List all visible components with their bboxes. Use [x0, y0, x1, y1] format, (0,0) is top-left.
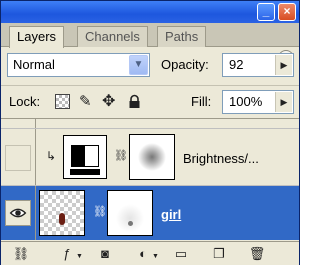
blend-opacity-row: Normal ▼ Opacity: 92 ▶ [1, 49, 299, 81]
tab-strip: Layers Channels Paths ▶ [1, 23, 299, 66]
layer-row-partial[interactable] [1, 119, 299, 129]
new-layer-icon[interactable]: ❐ [210, 246, 228, 262]
fill-slider-arrow-icon[interactable]: ▶ [275, 92, 292, 112]
layer-style-icon[interactable]: ƒ [58, 246, 76, 262]
opacity-field[interactable]: 92 ▶ [222, 53, 294, 77]
minimize-button[interactable]: _ [257, 3, 275, 21]
tab-layers[interactable]: Layers [9, 26, 65, 48]
opacity-value: 92 [229, 57, 244, 72]
opacity-label: Opacity: [161, 57, 209, 72]
layer-image-thumbnail[interactable] [39, 190, 85, 236]
new-group-folder-icon[interactable]: ▭ [172, 246, 190, 262]
chevron-down-icon[interactable]: ▼ [129, 55, 148, 75]
adjustment-glyph [71, 145, 99, 167]
thumbnail-figure [59, 213, 65, 225]
column-divider [35, 129, 36, 185]
lock-all-icon[interactable] [127, 94, 142, 109]
column-divider [35, 186, 36, 240]
layer-mask-thumbnail[interactable] [129, 134, 175, 180]
layer-list[interactable]: ↳ ⛓ Brightness/... ⛓ girl [1, 118, 299, 240]
link-icon[interactable]: ⛓ [114, 149, 128, 162]
layers-panel: _ × Layers Channels Paths ▶ Normal ▼ Opa… [0, 0, 300, 265]
eye-icon[interactable] [5, 200, 31, 226]
fill-label: Fill: [191, 94, 212, 109]
lock-position-move-icon[interactable]: ✥ [102, 94, 117, 110]
mask-dot [128, 221, 133, 226]
blend-mode-select[interactable]: Normal ▼ [7, 53, 150, 77]
link-layers-icon[interactable]: ⛓ [12, 246, 30, 262]
lock-fill-row: Lock: ✎ ✥ Fill: 100% ▶ [1, 85, 299, 117]
layer-style-menu-icon[interactable]: ▼ [76, 253, 83, 260]
title-bar: _ × [1, 1, 299, 23]
lock-pixels-brush-icon[interactable]: ✎ [79, 94, 94, 109]
visibility-toggle-empty[interactable] [5, 145, 31, 171]
tab-paths[interactable]: Paths [157, 26, 207, 47]
opacity-slider-arrow-icon[interactable]: ▶ [275, 55, 292, 75]
fill-field[interactable]: 100% ▶ [222, 90, 294, 114]
layers-toolbar: ⛓ ƒ ▼ ◙ ◐ ▼ ▭ ❐ 🗑 [1, 241, 299, 265]
column-divider [35, 119, 36, 128]
layer-row-girl[interactable]: ⛓ girl [1, 186, 299, 240]
lock-label: Lock: [9, 94, 41, 109]
layer-mask-thumbnail[interactable] [107, 190, 153, 236]
adjustment-menu-icon[interactable]: ▼ [152, 253, 159, 260]
lock-transparency-icon[interactable] [55, 94, 70, 109]
layer-row-brightness[interactable]: ↳ ⛓ Brightness/... [1, 129, 299, 186]
clipping-arrow-icon: ↳ [46, 149, 57, 163]
fill-value: 100% [229, 94, 263, 109]
adjustment-layer-icon[interactable]: ◐ [134, 246, 152, 262]
add-mask-icon[interactable]: ◙ [96, 246, 114, 262]
adjustment-glyph-base [70, 169, 100, 175]
close-button[interactable]: × [278, 3, 296, 21]
adjustment-layer-thumbnail[interactable] [63, 135, 107, 179]
layer-name[interactable]: Brightness/... [183, 151, 259, 166]
blend-mode-value: Normal [13, 57, 55, 72]
layer-name[interactable]: girl [161, 207, 181, 222]
trash-icon[interactable]: 🗑 [248, 246, 266, 262]
link-icon[interactable]: ⛓ [93, 205, 107, 218]
tab-channels[interactable]: Channels [77, 26, 148, 47]
